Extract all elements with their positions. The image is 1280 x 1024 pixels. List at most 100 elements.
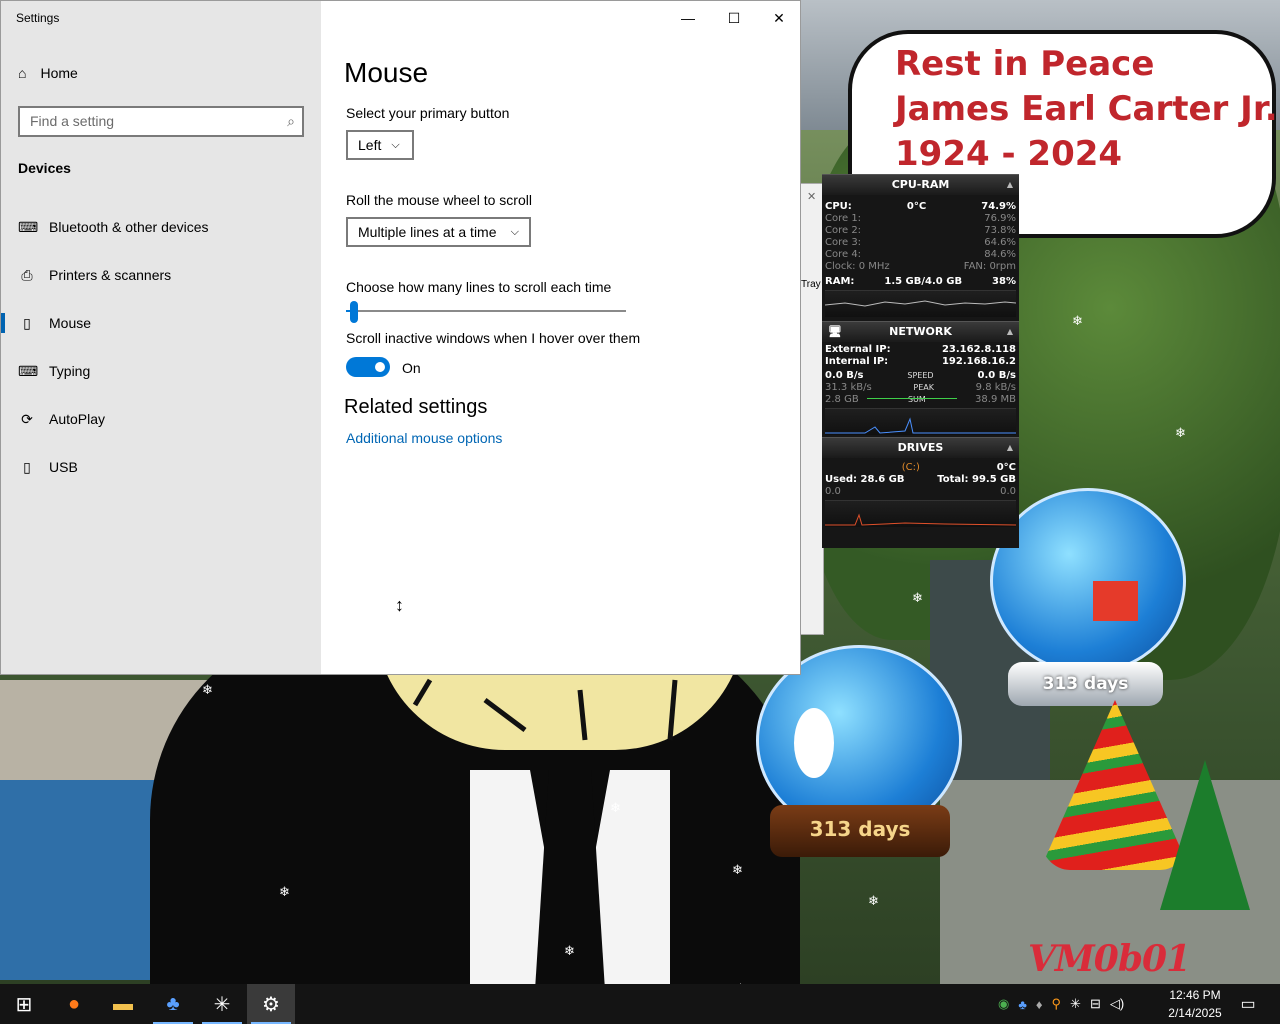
cpu-ram-header[interactable]: CPU-RAM ▲	[822, 174, 1019, 195]
snowflake-app-icon[interactable]: ✳	[198, 984, 246, 1024]
home-label: Home	[40, 65, 78, 81]
snow-globe-presents[interactable]	[990, 488, 1186, 674]
mouse-icon: ▯	[23, 314, 31, 331]
clock-time: 12:46 PM	[1169, 988, 1221, 1002]
sidebar-item-label: Bluetooth & other devices	[49, 219, 209, 235]
file-explorer-icon[interactable]: ▬	[99, 984, 147, 1024]
snowflake-icon: ❄	[868, 893, 879, 908]
section-heading: Devices	[18, 160, 71, 176]
monitor-icon: 🖥	[828, 325, 842, 338]
peak-in: 31.3 kB/s	[825, 382, 872, 393]
lines-slider-thumb[interactable]	[350, 301, 358, 323]
search-icon[interactable]: ⚲	[1052, 996, 1062, 1012]
sum-label: SUM	[907, 395, 926, 404]
core-label: Core 2:	[825, 225, 862, 236]
collapse-icon[interactable]: ▲	[1007, 438, 1013, 458]
network-header[interactable]: 🖥 NETWORK ▲	[822, 321, 1019, 342]
additional-mouse-options-link[interactable]: Additional mouse options	[346, 430, 502, 446]
rip-line-1: Rest in Peace	[895, 44, 1155, 84]
core-value: 73.8%	[984, 225, 1016, 236]
snowflake-icon: ❄	[732, 862, 743, 877]
external-ip-value: 23.162.8.118	[941, 344, 1016, 355]
peak-label: PEAK	[913, 383, 934, 392]
sidebar-item-bluetooth[interactable]: ⌨ Bluetooth & other devices	[1, 207, 321, 247]
snowflake-icon: ❄	[1175, 425, 1186, 440]
snowflake-icon: ❄	[912, 590, 923, 605]
settings-gear-icon[interactable]: ⚙	[247, 984, 295, 1024]
inactive-scroll-toggle[interactable]	[346, 357, 390, 377]
core-value: 76.9%	[984, 213, 1016, 224]
droplet-icon[interactable]: ♦	[1036, 997, 1043, 1012]
lines-label: Choose how many lines to scroll each tim…	[346, 279, 612, 295]
home-nav[interactable]: ⌂ Home	[18, 65, 78, 81]
sidebar-item-mouse[interactable]: ▯ Mouse	[1, 303, 321, 343]
snow-globe-base-2: 313 days	[1008, 662, 1163, 706]
sidebar-item-printers[interactable]: ⎙ Printers & scanners	[1, 255, 321, 295]
close-icon[interactable]: ✕	[807, 190, 816, 203]
globe1-days-label: 313 days	[809, 817, 911, 841]
speed-label: SPEED	[907, 371, 934, 380]
snowflake-icon: ❄	[1198, 207, 1209, 222]
search-icon[interactable]: ⌕	[287, 108, 295, 135]
cpu-ram-title: CPU-RAM	[891, 178, 950, 191]
resize-cursor-icon: ↕	[395, 595, 404, 615]
background-window-edge[interactable]: ✕ Tray	[800, 183, 824, 635]
clock-readout: Clock: 0 MHz	[825, 261, 890, 272]
cpu-temp: 0°C	[906, 201, 927, 212]
search-input[interactable]: Find a setting ⌕	[18, 106, 304, 137]
network-icon[interactable]: ⊟	[1090, 996, 1101, 1012]
maximize-button[interactable]: ☐	[711, 1, 757, 35]
drive-total: Total: 99.5 GB	[937, 474, 1016, 485]
drives-header[interactable]: DRIVES ▲	[822, 437, 1019, 458]
chevron-down-icon: ⌵	[510, 225, 519, 238]
snowman-image	[794, 708, 834, 778]
core-value: 84.6%	[984, 249, 1016, 260]
printer-icon: ⎙	[21, 266, 33, 283]
ram-graph	[824, 290, 1017, 317]
globe2-days-label: 313 days	[1042, 674, 1129, 694]
tray-label: Tray	[801, 279, 821, 290]
peak-out: 9.8 kB/s	[975, 382, 1016, 393]
tray-app-icon[interactable]: ♣	[1018, 997, 1027, 1012]
drive-temp: 0°C	[996, 462, 1016, 473]
volume-icon[interactable]: ◁)	[1110, 996, 1124, 1012]
core-value: 64.6%	[984, 237, 1016, 248]
internal-ip-value: 192.168.16.2	[941, 356, 1016, 367]
sidebar-item-typing[interactable]: ⌨ Typing	[1, 351, 321, 391]
settings-window[interactable]: Settings — ☐ ✕ ⌂ Home Find a setting ⌕ D…	[0, 0, 801, 675]
snowflake-icon: ❄	[564, 943, 575, 958]
system-monitor-gadget[interactable]: CPU-RAM ▲ CPU: 0°C 74.9% Core 1: 76.9% Co…	[822, 174, 1019, 548]
fan-readout: FAN: 0rpm	[963, 261, 1016, 272]
sidebar-item-usb[interactable]: ▯ USB	[1, 447, 321, 487]
start-button[interactable]: ⊞	[0, 984, 48, 1024]
inactive-scroll-label: Scroll inactive windows when I hover ove…	[346, 330, 641, 346]
sidebar-item-label: AutoPlay	[49, 411, 106, 427]
lines-slider-track[interactable]	[346, 310, 626, 312]
scroll-dropdown[interactable]: Multiple lines at a time ⌵	[346, 217, 531, 247]
notifications-icon[interactable]: ▭	[1238, 984, 1258, 1024]
window-title: Settings	[16, 11, 60, 25]
tray-app-icon[interactable]: ◉	[998, 996, 1009, 1012]
snowflake-tray-icon[interactable]: ✳	[1070, 996, 1081, 1012]
drive-graph	[825, 500, 1017, 527]
system-tray: ◉ ♣ ♦ ⚲ ✳ ⊟ ◁)	[998, 984, 1124, 1024]
snowflake-icon: ❄	[1072, 313, 1083, 328]
sum-in: 2.8 GB	[825, 394, 859, 405]
cpu-label: CPU:	[825, 201, 852, 212]
snowflake-icon: ❄	[610, 800, 621, 815]
primary-button-label: Select your primary button	[346, 105, 510, 121]
app-icon[interactable]: ♣	[149, 984, 197, 1024]
collapse-icon[interactable]: ▲	[1007, 322, 1013, 342]
scroll-label: Roll the mouse wheel to scroll	[346, 192, 532, 208]
firefox-icon[interactable]: ●	[50, 984, 98, 1024]
minimize-button[interactable]: —	[665, 1, 711, 35]
sidebar-item-label: Typing	[49, 363, 91, 379]
collapse-icon[interactable]: ▲	[1007, 175, 1013, 195]
taskbar-clock[interactable]: 12:46 PM 2/14/2025	[1160, 986, 1230, 1022]
primary-button-dropdown[interactable]: Left ⌵	[346, 130, 414, 160]
close-button[interactable]: ✕	[756, 1, 802, 35]
sidebar-item-autoplay[interactable]: ⟳ AutoPlay	[1, 399, 321, 439]
autoplay-icon: ⟳	[21, 410, 33, 427]
search-placeholder: Find a setting	[30, 113, 115, 129]
drive-used: Used: 28.6 GB	[825, 474, 905, 485]
